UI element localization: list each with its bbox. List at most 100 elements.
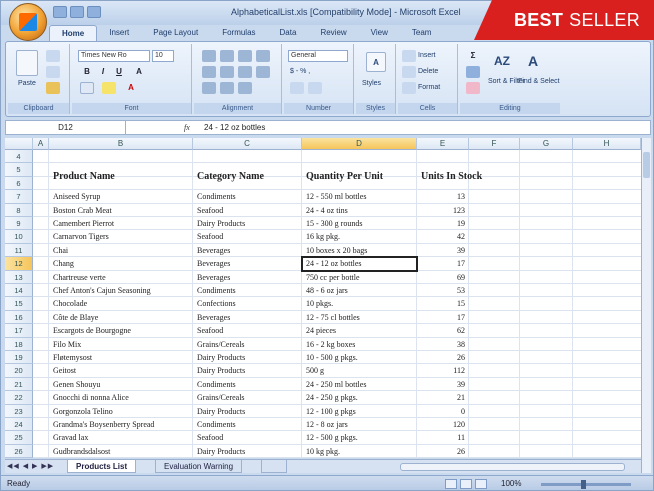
product-name-cell[interactable]: Carnarvon Tigers: [53, 230, 191, 243]
stock-cell[interactable]: 11: [417, 431, 467, 444]
insert-sheet-icon[interactable]: [261, 460, 287, 473]
fill-color-icon[interactable]: [102, 82, 116, 94]
category-cell[interactable]: Dairy Products: [197, 405, 300, 418]
stock-cell[interactable]: 19: [417, 217, 467, 230]
category-cell[interactable]: Beverages: [197, 271, 300, 284]
product-name-cell[interactable]: Camembert Pierrot: [53, 217, 191, 230]
stock-cell[interactable]: 69: [417, 271, 467, 284]
row-header[interactable]: 20: [5, 364, 33, 378]
find-select-label[interactable]: Find & Select: [518, 78, 560, 85]
save-icon[interactable]: [53, 6, 67, 18]
zoom-slider[interactable]: [541, 480, 631, 489]
quantity-cell[interactable]: 12 - 100 g pkgs: [306, 405, 415, 418]
column-header[interactable]: C: [193, 138, 302, 150]
row-header[interactable]: 19: [5, 351, 33, 365]
quantity-cell[interactable]: 10 boxes x 20 bags: [306, 244, 415, 257]
vertical-scrollbar[interactable]: [641, 138, 651, 473]
sheet-tab-evaluation-warning[interactable]: Evaluation Warning: [155, 460, 243, 473]
quantity-cell[interactable]: 10 - 500 g pkgs.: [306, 351, 415, 364]
tab-team[interactable]: Team: [400, 25, 444, 41]
column-header[interactable]: A: [33, 138, 49, 150]
align-middle-icon[interactable]: [220, 50, 234, 62]
category-cell[interactable]: Dairy Products: [197, 364, 300, 377]
stock-cell[interactable]: 26: [417, 351, 467, 364]
autosum-icon[interactable]: Σ: [466, 50, 480, 62]
product-name-cell[interactable]: Genen Shouyu: [53, 378, 191, 391]
align-center-icon[interactable]: [220, 66, 234, 78]
cut-icon[interactable]: [46, 50, 60, 62]
category-cell[interactable]: Grains/Cereals: [197, 391, 300, 404]
stock-cell[interactable]: 39: [417, 244, 467, 257]
quantity-cell[interactable]: 12 - 500 g pkgs.: [306, 431, 415, 444]
product-name-cell[interactable]: Boston Crab Meat: [53, 204, 191, 217]
page-layout-view-icon[interactable]: [460, 479, 472, 489]
tab-review[interactable]: Review: [308, 25, 358, 41]
font-color-icon[interactable]: A: [124, 82, 138, 94]
stock-cell[interactable]: 120: [417, 418, 467, 431]
row-header[interactable]: 14: [5, 284, 33, 298]
zoom-slider-knob[interactable]: [581, 480, 586, 489]
quantity-cell[interactable]: 12 - 75 cl bottles: [306, 311, 415, 324]
column-header[interactable]: D: [302, 138, 417, 150]
insert-cells-icon[interactable]: [402, 50, 416, 62]
product-name-cell[interactable]: Chang: [53, 257, 191, 270]
row-header[interactable]: 5: [5, 163, 33, 177]
row-header[interactable]: 22: [5, 391, 33, 405]
stock-cell[interactable]: 26: [417, 445, 467, 458]
category-cell[interactable]: Seafood: [197, 204, 300, 217]
increase-indent-icon[interactable]: [220, 82, 234, 94]
stock-cell[interactable]: 62: [417, 324, 467, 337]
quantity-cell[interactable]: 16 - 2 kg boxes: [306, 338, 415, 351]
align-top-icon[interactable]: [202, 50, 216, 62]
quantity-cell[interactable]: 500 g: [306, 364, 415, 377]
quantity-cell[interactable]: 12 - 8 oz jars: [306, 418, 415, 431]
stock-cell[interactable]: 0: [417, 405, 467, 418]
quantity-cell[interactable]: 10 pkgs.: [306, 297, 415, 310]
row-header[interactable]: 26: [5, 444, 33, 458]
category-cell[interactable]: Beverages: [197, 257, 300, 270]
quantity-cell[interactable]: 15 - 300 g rounds: [306, 217, 415, 230]
stock-cell[interactable]: 39: [417, 378, 467, 391]
category-cell[interactable]: Condiments: [197, 418, 300, 431]
delete-cells-icon[interactable]: [402, 66, 416, 78]
horizontal-scrollbar[interactable]: [400, 463, 625, 471]
page-break-view-icon[interactable]: [475, 479, 487, 489]
product-name-cell[interactable]: Gravad lax: [53, 431, 191, 444]
row-header[interactable]: 12: [5, 257, 33, 271]
product-name-cell[interactable]: Côte de Blaye: [53, 311, 191, 324]
quantity-cell[interactable]: 10 kg pkg.: [306, 445, 415, 458]
borders-icon[interactable]: [80, 82, 94, 94]
zoom-level[interactable]: 100%: [501, 479, 521, 488]
wrap-text-icon[interactable]: [256, 50, 270, 62]
category-cell[interactable]: Seafood: [197, 431, 300, 444]
stock-cell[interactable]: 42: [417, 230, 467, 243]
product-name-cell[interactable]: Grandma's Boysenberry Spread: [53, 418, 191, 431]
undo-icon[interactable]: [70, 6, 84, 18]
category-cell[interactable]: Dairy Products: [197, 351, 300, 364]
category-cell[interactable]: Condiments: [197, 378, 300, 391]
font-size-select[interactable]: 10: [152, 50, 174, 62]
stock-cell[interactable]: 112: [417, 364, 467, 377]
category-cell[interactable]: Seafood: [197, 324, 300, 337]
product-name-cell[interactable]: Gudbrandsdalsost: [53, 445, 191, 458]
italic-icon[interactable]: I: [96, 66, 110, 78]
copy-icon[interactable]: [46, 66, 60, 78]
category-cell[interactable]: Grains/Cereals: [197, 338, 300, 351]
category-cell[interactable]: Beverages: [197, 244, 300, 257]
format-painter-icon[interactable]: [46, 82, 60, 94]
product-name-cell[interactable]: Gnocchi di nonna Alice: [53, 391, 191, 404]
quantity-cell[interactable]: 24 - 4 oz tins: [306, 204, 415, 217]
align-bottom-icon[interactable]: [238, 50, 252, 62]
grow-font-icon[interactable]: A: [132, 66, 146, 78]
column-header[interactable]: F: [469, 138, 520, 150]
find-select-icon[interactable]: A: [522, 50, 544, 72]
row-header[interactable]: 21: [5, 377, 33, 392]
tab-page-layout[interactable]: Page Layout: [141, 25, 210, 41]
stock-cell[interactable]: 53: [417, 284, 467, 297]
row-header[interactable]: 16: [5, 310, 33, 325]
stock-cell[interactable]: 15: [417, 297, 467, 310]
styles-icon[interactable]: A: [366, 52, 386, 72]
insert-label[interactable]: Insert: [418, 52, 436, 59]
row-header[interactable]: 24: [5, 418, 33, 432]
category-cell[interactable]: Seafood: [197, 230, 300, 243]
